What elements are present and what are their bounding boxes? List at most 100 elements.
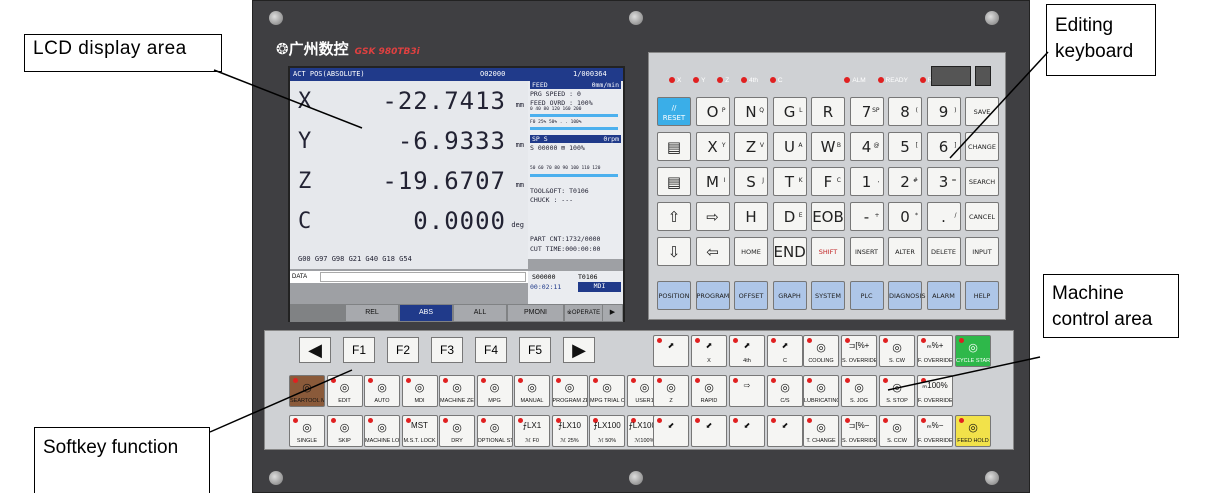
softkey-all[interactable]: ALL xyxy=(454,305,506,321)
softkey-abs[interactable]: ABS xyxy=(400,305,452,321)
key-row3-3[interactable]: TK xyxy=(772,167,807,196)
key-row5-8[interactable]: INPUT xyxy=(965,237,999,266)
key-row6-2[interactable]: OFFSET xyxy=(734,281,768,310)
spindle-key-1-1[interactable]: ◎ S. JOG xyxy=(841,375,877,407)
key-row3-2[interactable]: SJ xyxy=(734,167,768,196)
softkey-pmoni[interactable]: PMONI xyxy=(508,305,563,321)
key-row5-4[interactable]: SHIFT xyxy=(811,237,845,266)
spindle-key-2-2[interactable]: ◎ S. CCW xyxy=(879,415,915,447)
jog-key-0-2[interactable]: ⬈ 4th xyxy=(729,335,765,367)
key-row2-8[interactable]: CHANGE xyxy=(965,132,999,161)
key-row3-5[interactable]: 1, xyxy=(849,167,884,196)
key-row5-3[interactable]: END xyxy=(772,237,807,266)
key-row5-7[interactable]: DELETE xyxy=(926,237,961,266)
softkey-operate[interactable]: ※OPERATE xyxy=(565,305,602,321)
softkey-prev-button[interactable]: ◀ xyxy=(299,337,331,363)
jog-key-0-0[interactable]: ⬈ xyxy=(653,335,689,367)
key-row1-4[interactable]: R xyxy=(811,97,845,126)
spindle-key-1-3[interactable]: ₘ100% F. OVERRIDE xyxy=(917,375,953,407)
key-row4-2[interactable]: H xyxy=(734,202,768,231)
jog-key-1-3[interactable]: ◎ C/S xyxy=(767,375,803,407)
jog-key-1-2[interactable]: ⇨ xyxy=(729,375,765,407)
key-row5-1[interactable]: ⇦ xyxy=(695,237,730,266)
key-row4-6[interactable]: 0 * xyxy=(888,202,922,231)
spindle-key-0-4[interactable]: ◎ CYCLE START xyxy=(955,335,991,367)
key-row2-1[interactable]: XY xyxy=(695,132,730,161)
spindle-key-1-2[interactable]: ◎ S. STOP xyxy=(879,375,915,407)
key-row4-1[interactable]: ⇨ xyxy=(695,202,730,231)
mode-key-5[interactable]: ◎ MPG xyxy=(476,375,513,407)
key-row6-8[interactable]: HELP xyxy=(965,281,999,310)
key-row1-6[interactable]: 8( xyxy=(888,97,922,126)
key-row1-8[interactable]: SAVE xyxy=(965,97,999,126)
spindle-key-2-0[interactable]: ◎ T. CHANGE xyxy=(803,415,839,447)
f2-button[interactable]: F2 xyxy=(387,337,419,363)
key-row2-4[interactable]: WB xyxy=(811,132,845,161)
softkey-rel[interactable]: REL xyxy=(346,305,398,321)
key-row4-0[interactable]: ⇧ xyxy=(657,202,691,231)
spindle-key-2-4[interactable]: ◎ FEED HOLD xyxy=(955,415,991,447)
mode-key-2[interactable]: ◎ AUTO xyxy=(364,375,400,407)
key-row4-4[interactable]: EOB xyxy=(811,202,845,231)
jog-key-2-0[interactable]: ⬋ xyxy=(653,415,689,447)
key-row1-3[interactable]: GL xyxy=(772,97,807,126)
mode-key-7[interactable]: ◎ PROGRAM ZERO xyxy=(551,375,588,407)
key-row5-2[interactable]: HOME xyxy=(734,237,768,266)
softkey-next-button[interactable]: ▶ xyxy=(563,337,595,363)
key-row2-6[interactable]: 5[ xyxy=(888,132,922,161)
key-row3-1[interactable]: MI xyxy=(695,167,730,196)
mode-key-3[interactable]: ◎ MDI xyxy=(401,375,438,407)
jog-key-2-1[interactable]: ⬋ xyxy=(691,415,727,447)
f3-button[interactable]: F3 xyxy=(431,337,463,363)
key-row2-2[interactable]: ZV xyxy=(734,132,768,161)
key-row4-8[interactable]: CANCEL xyxy=(965,202,999,231)
spindle-key-0-2[interactable]: ◎ S. CW xyxy=(879,335,915,367)
key-row2-0[interactable]: ▤ xyxy=(657,132,691,161)
key-row1-0[interactable]: // RESET xyxy=(657,97,691,126)
key-row4-5[interactable]: - + xyxy=(849,202,884,231)
jog-key-2-3[interactable]: ⬋ xyxy=(767,415,803,447)
data-input[interactable] xyxy=(320,272,526,282)
jog-key-0-1[interactable]: ⬈ X xyxy=(691,335,727,367)
key-row1-5[interactable]: 7 SP xyxy=(849,97,884,126)
mode2-key-8[interactable]: ⨍LX100 ℳ 50% xyxy=(589,415,625,447)
mode2-key-7[interactable]: ⨍LX10 ℳ 25% xyxy=(551,415,588,447)
mode2-key-0[interactable]: ◎ SINGLE xyxy=(289,415,325,447)
mode-key-4[interactable]: ◎ MACHINE ZERO xyxy=(439,375,475,407)
mode-key-0[interactable]: ◎ SEARTOOL MAGAZ xyxy=(289,375,325,407)
key-row2-3[interactable]: UA xyxy=(772,132,807,161)
spindle-key-0-1[interactable]: ⊐[%+ S. OVERRIDE xyxy=(841,335,877,367)
spindle-key-0-0[interactable]: ◎ COOLING xyxy=(803,335,839,367)
key-row1-2[interactable]: NQ xyxy=(734,97,768,126)
key-row5-0[interactable]: ⇩ xyxy=(657,237,691,266)
spindle-key-2-1[interactable]: ⊐[%− S. OVERRIDE xyxy=(841,415,877,447)
mode2-key-5[interactable]: ◎ OPTIONAL STOP xyxy=(476,415,513,447)
key-row4-7[interactable]: . / xyxy=(926,202,961,231)
mode2-key-6[interactable]: ⨍LX1 ℳ F0 xyxy=(514,415,550,447)
key-row4-3[interactable]: DE xyxy=(772,202,807,231)
key-row5-6[interactable]: ALTER xyxy=(888,237,922,266)
key-row3-6[interactable]: 2 # xyxy=(888,167,922,196)
mode2-key-1[interactable]: ◎ SKIP xyxy=(326,415,363,447)
key-row6-3[interactable]: GRAPH xyxy=(772,281,807,310)
f4-button[interactable]: F4 xyxy=(475,337,507,363)
mode-key-8[interactable]: ◎ MPG TRIAL CUT xyxy=(589,375,625,407)
f1-button[interactable]: F1 xyxy=(343,337,375,363)
softkey-next[interactable]: ▶ xyxy=(603,305,622,321)
mode2-key-3[interactable]: MST M.S.T. LOCK xyxy=(401,415,438,447)
key-row6-4[interactable]: SYSTEM xyxy=(811,281,845,310)
key-row3-7[interactable]: 3 = xyxy=(926,167,961,196)
key-row2-7[interactable]: 6] xyxy=(926,132,961,161)
key-row3-4[interactable]: FC xyxy=(811,167,845,196)
jog-key-1-1[interactable]: ◎ RAPID xyxy=(691,375,727,407)
key-row6-0[interactable]: POSITION xyxy=(657,281,691,310)
key-row6-1[interactable]: PROGRAM xyxy=(695,281,730,310)
key-row3-0[interactable]: ▤ xyxy=(657,167,691,196)
mode-key-6[interactable]: ◎ MANUAL xyxy=(514,375,550,407)
spindle-key-0-3[interactable]: ₘ%+ F. OVERRIDE xyxy=(917,335,953,367)
jog-key-1-0[interactable]: ◎ Z xyxy=(653,375,689,407)
mode-key-1[interactable]: ◎ EDIT xyxy=(326,375,363,407)
spindle-key-2-3[interactable]: ₘ%− F. OVERRIDE xyxy=(917,415,953,447)
key-row1-1[interactable]: OP xyxy=(695,97,730,126)
key-row5-5[interactable]: INSERT xyxy=(849,237,884,266)
